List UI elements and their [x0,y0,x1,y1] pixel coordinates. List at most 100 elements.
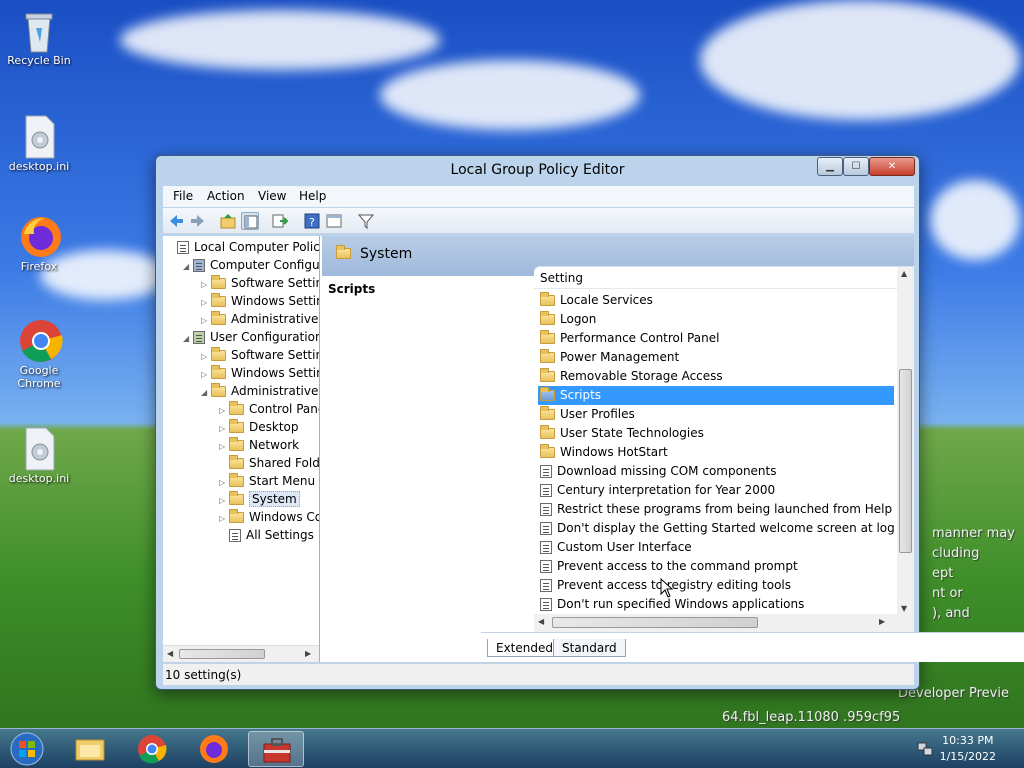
tree-item[interactable]: ▷ Windows Cor [219,508,319,526]
scroll-left-arrow-icon[interactable]: ◀ [167,649,173,658]
tree-item[interactable]: ▷ Network [219,436,299,454]
menu-view[interactable]: View [258,189,286,203]
tree-item[interactable]: ◢ Computer Configura [183,256,319,276]
desktop-icon-desktop-ini-2[interactable]: desktop.ini [1,426,77,485]
tab-extended[interactable]: Extended [487,639,562,657]
expanded-arrow-icon[interactable]: ◢ [183,258,193,276]
folder-icon [229,509,244,523]
scroll-right-arrow-icon[interactable]: ▶ [305,649,311,658]
policy-setting-icon [540,541,552,554]
show-hide-tree-icon[interactable] [241,212,259,230]
expanded-arrow-icon[interactable]: ◢ [201,384,211,402]
tree-item[interactable]: ▷Windows Setting [201,364,319,382]
setting-row[interactable]: Scripts [538,386,894,405]
window-titlebar[interactable]: Local Group Policy Editor ▁ ☐ ✕ [156,156,919,186]
tree-item[interactable]: ◢ Administrative Te [201,382,319,402]
extended-description-panel: Scripts [322,276,530,632]
tree-item[interactable]: ▷Administrative Te [201,310,319,328]
desktop-icon-label: Recycle Bin [7,54,71,67]
setting-row[interactable]: User State Technologies [538,424,894,443]
desktop-icon-recycle-bin[interactable]: Recycle Bin [1,8,77,67]
setting-row[interactable]: Prevent access to the command prompt [538,557,894,576]
tree-item[interactable]: ▷ Desktop [219,418,299,436]
up-folder-icon[interactable] [219,212,237,230]
vertical-scrollbar[interactable]: ▲ ▼ [897,267,914,615]
menu-help[interactable]: Help [299,189,326,203]
main-content: Local Computer Policy ◢ Computer Configura… [163,236,1024,662]
properties-icon[interactable] [325,212,343,230]
wallpaper-text: cluding [932,546,980,561]
setting-row[interactable]: User Profiles [538,405,894,424]
system-clock[interactable]: 10:33 PM 1/15/2022 [940,733,996,765]
scroll-right-arrow-icon[interactable]: ▶ [879,617,885,626]
scroll-thumb[interactable] [899,369,912,553]
tree-item[interactable]: Local Computer Policy [167,238,320,256]
minimize-button[interactable]: ▁ [817,157,843,176]
hscroll-thumb[interactable] [179,649,265,659]
setting-row[interactable]: Windows HotStart [538,443,894,462]
tree-horizontal-scrollbar[interactable]: ◀ ▶ [163,645,319,662]
network-tray-icon[interactable] [916,741,934,760]
setting-row[interactable]: Restrict these programs from being launc… [538,500,894,519]
start-button[interactable] [8,731,46,767]
list-rows: Locale Services Logon Performance Control … [534,291,897,615]
desktop-icon-google-chrome[interactable]: Google Chrome [1,318,77,390]
tree-item-label: All Settings [246,528,314,542]
scroll-up-arrow-icon[interactable]: ▲ [901,269,907,278]
folder-icon [540,330,555,344]
close-button[interactable]: ✕ [869,157,915,176]
computer-icon [193,259,205,272]
setting-row[interactable]: Download missing COM components [538,462,894,481]
desktop-icon-firefox[interactable]: Firefox [1,214,77,273]
help-icon[interactable]: ? [303,212,321,230]
filter-icon[interactable] [357,212,375,230]
scroll-left-arrow-icon[interactable]: ◀ [538,617,544,626]
tree-item-label: Desktop [249,420,299,434]
setting-row[interactable]: Don't display the Getting Started welcom… [538,519,894,538]
settings-file-icon [18,114,60,159]
setting-row[interactable]: Century interpretation for Year 2000 [538,481,894,500]
setting-row[interactable]: Prevent access to registry editing tools [538,576,894,595]
column-header-setting[interactable]: Setting [534,267,897,289]
tree-item[interactable]: ▷Windows Setting [201,292,319,310]
tree-item[interactable]: ▷Start Menu ar [219,472,319,490]
back-arrow-icon[interactable] [167,212,185,230]
desktop-icon-label: Firefox [20,260,58,273]
tree-item[interactable]: Shared Folder [219,454,319,472]
expanded-arrow-icon[interactable]: ◢ [183,330,193,348]
tree-item[interactable]: ◢ User Configuration [183,328,319,348]
setting-row[interactable]: Performance Control Panel [538,329,894,348]
setting-row[interactable]: Logon [538,310,894,329]
export-list-icon[interactable] [271,212,289,230]
hscroll-thumb[interactable] [552,617,758,628]
setting-label: Century interpretation for Year 2000 [557,483,776,497]
setting-row[interactable]: Removable Storage Access [538,367,894,386]
setting-row[interactable]: Locale Services [538,291,894,310]
setting-row[interactable]: Power Management [538,348,894,367]
file-explorer-icon [75,739,105,761]
menu-file[interactable]: File [173,189,193,203]
setting-label: Prevent access to the command prompt [557,559,798,573]
desktop-icon-desktop-ini[interactable]: desktop.ini [1,114,77,173]
forward-arrow-icon[interactable] [189,212,207,230]
tree-item[interactable]: ▷Control Panel [219,400,319,418]
taskbar-firefox[interactable] [186,731,242,767]
tree-item[interactable]: ▷Software Settings [201,274,319,292]
menu-action[interactable]: Action [207,189,245,203]
folder-icon [229,455,244,469]
tab-standard[interactable]: Standard [553,639,626,657]
maximize-button[interactable]: ☐ [843,157,869,176]
setting-row[interactable]: Don't run specified Windows applications [538,595,894,614]
setting-label: Windows HotStart [560,445,668,459]
horizontal-scrollbar[interactable]: ◀ ▶ [534,614,914,632]
tree-item[interactable]: ▷Software Settings [201,346,319,364]
taskbar-chrome[interactable] [124,731,180,767]
tree-item-label: Local Computer Policy [194,240,320,254]
setting-row[interactable]: Custom User Interface [538,538,894,557]
taskbar-file-explorer[interactable] [62,731,118,767]
tree-item[interactable]: All Settings [219,526,314,544]
taskbar-group-policy-editor[interactable] [248,731,304,767]
scroll-down-arrow-icon[interactable]: ▼ [901,604,907,613]
desktop-icon-label: desktop.ini [8,472,70,485]
tree-item[interactable]: ▷ System [219,490,300,508]
